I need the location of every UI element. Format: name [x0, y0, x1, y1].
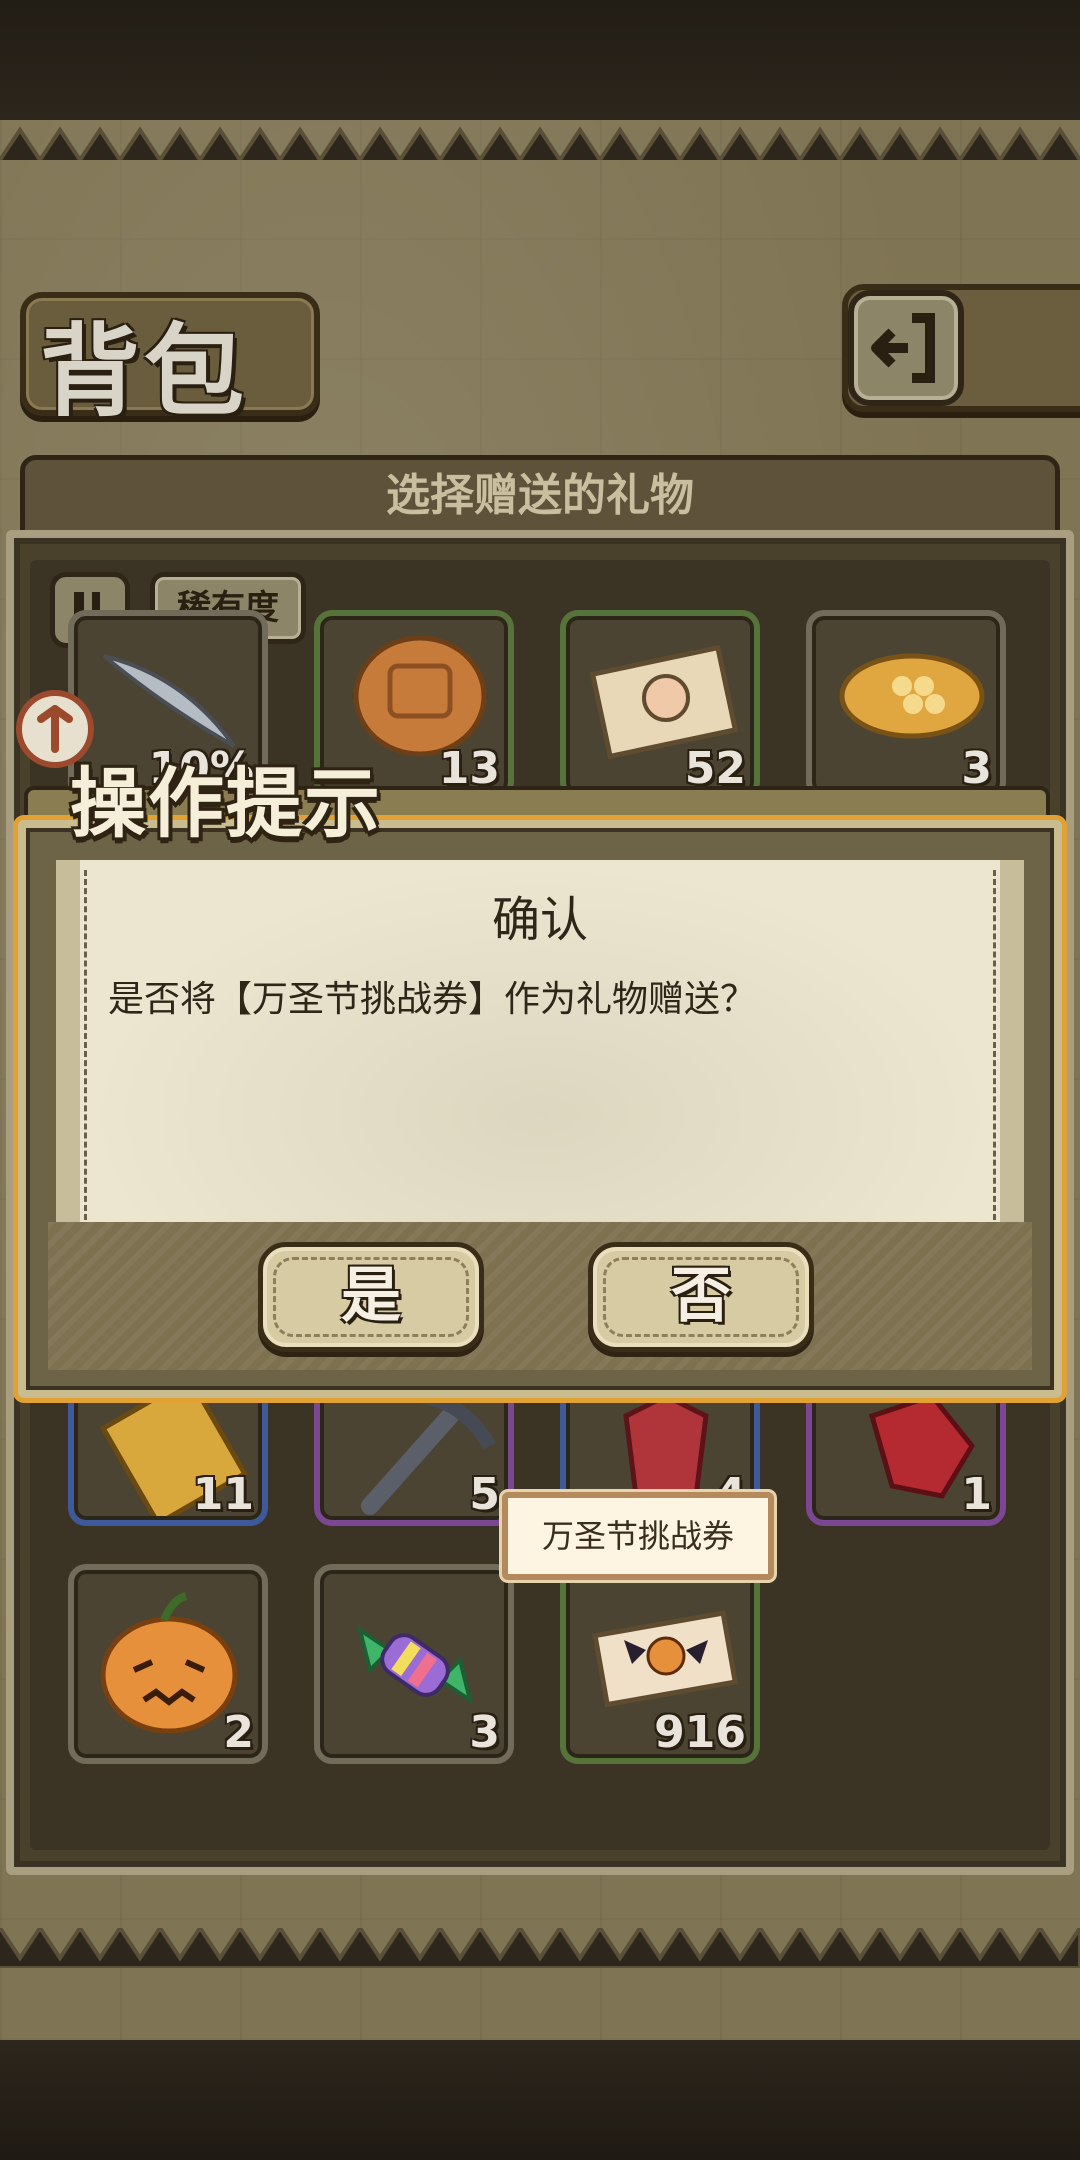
feather-icon [102, 654, 236, 748]
inventory-slot[interactable]: 3 [806, 610, 1006, 800]
honeycomb-icon [839, 653, 985, 739]
dialog-footer [48, 1222, 1032, 1370]
item-count: 1 [961, 1469, 992, 1520]
panel-title: 选择赠送的礼物 [20, 455, 1060, 535]
inventory-slot[interactable]: 52 [560, 610, 760, 800]
inventory-slot[interactable]: 3 [314, 1564, 514, 1764]
bottom-band [0, 2040, 1080, 2160]
inventory-slot[interactable]: 916 [560, 1564, 760, 1764]
confirm-message: 是否将【万圣节挑战券】作为礼物赠送？ [108, 979, 757, 1020]
item-count: 916 [654, 1707, 746, 1758]
dialog-title: 操作提示 [70, 759, 382, 848]
back-arrow-icon [871, 313, 935, 383]
pumpkin-icon [100, 1592, 238, 1734]
confirm-heading: 确认 [491, 892, 588, 948]
item-count: 2 [223, 1707, 254, 1758]
item-tooltip: 万圣节挑战券 [502, 1492, 774, 1580]
item-count: 3 [469, 1707, 500, 1758]
halloween-ticket-icon [592, 1610, 739, 1708]
yes-button[interactable]: 是 [258, 1242, 484, 1352]
candy-icon [356, 1625, 474, 1705]
top-band [0, 0, 1080, 120]
no-button[interactable]: 否 [588, 1242, 814, 1352]
item-count: 5 [469, 1469, 500, 1520]
zigzag-border-top [0, 126, 1080, 160]
back-button[interactable] [848, 290, 964, 406]
inventory-slot[interactable]: 2 [68, 1564, 268, 1764]
item-count: 11 [192, 1469, 254, 1520]
page-title: 背包 [40, 313, 248, 430]
zigzag-border-bottom [0, 1928, 1080, 1968]
